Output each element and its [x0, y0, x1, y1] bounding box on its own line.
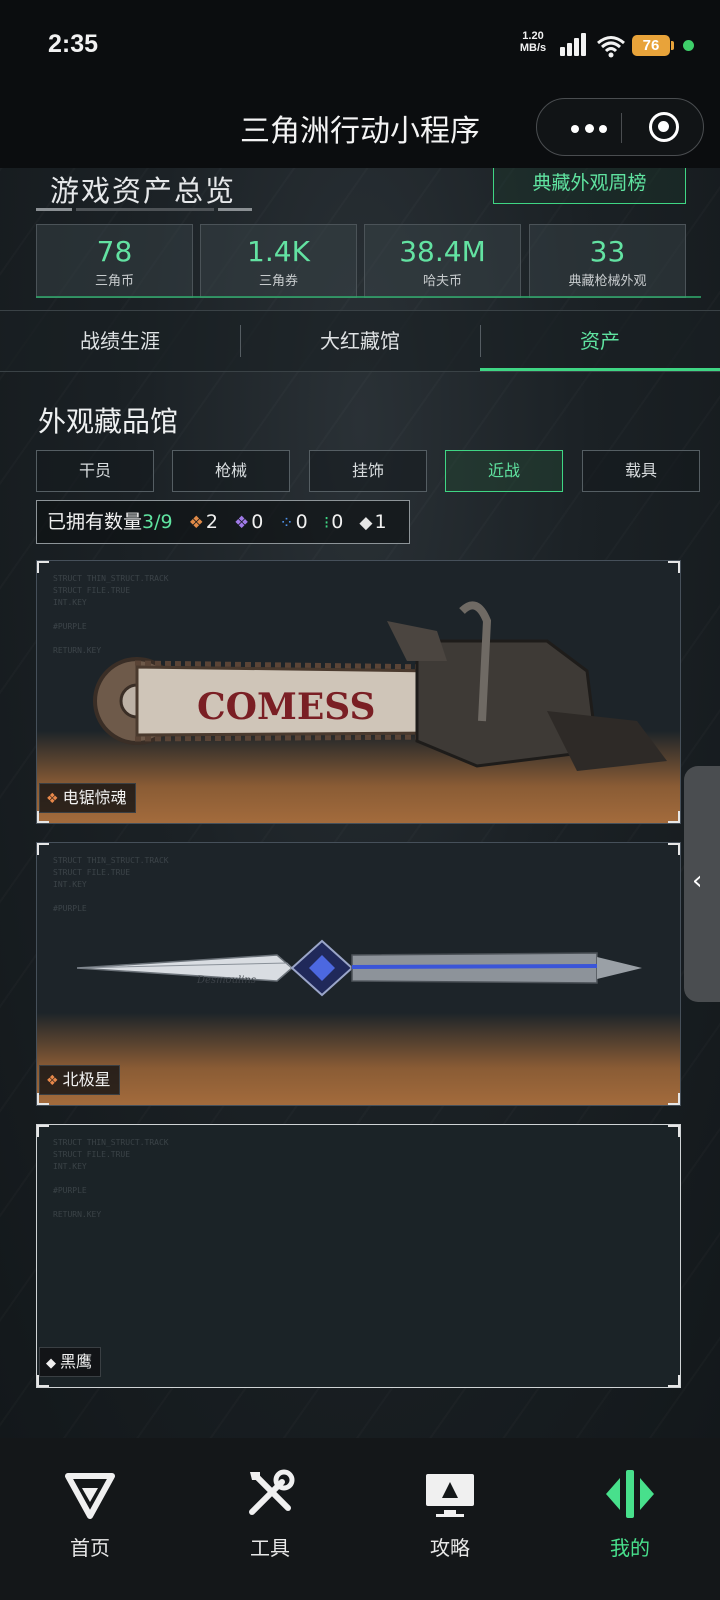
frame-corner	[668, 843, 680, 855]
filter-melee[interactable]: 近战	[445, 450, 563, 492]
weekly-ranking-button[interactable]: 典藏外观周榜	[493, 168, 686, 204]
status-time: 2:35	[48, 30, 99, 58]
owned-count-blue: 0	[295, 511, 308, 533]
orange-diamond-icon: ❖	[46, 1073, 59, 1089]
category-filters: 干员 枪械 挂饰 近战 载具	[36, 450, 701, 492]
network-speed: 1.20 MB/s	[519, 30, 547, 54]
tools-icon	[249, 1469, 295, 1515]
item-name-label: ❖ 北极星	[39, 1065, 120, 1095]
nav-label: 攻略	[430, 1536, 470, 1560]
more-options-icon[interactable]	[559, 113, 619, 143]
stat-value: 38.4M	[399, 235, 486, 268]
stat-label: 哈夫币	[422, 274, 462, 289]
privacy-dot	[683, 40, 694, 51]
gallery-title: 外观藏品馆	[38, 405, 179, 438]
bottom-nav: 首页 工具 攻略 我的	[0, 1438, 720, 1600]
stat-label: 三角券	[258, 274, 298, 289]
close-miniprogram-icon[interactable]	[649, 112, 679, 142]
card-bg-text: STRUCT THIN_STRUCT.TRACK STRUCT FILE.TRU…	[53, 856, 169, 913]
orange-diamond-icon: ❖	[46, 791, 59, 807]
battery-indicator: 76	[632, 35, 674, 56]
green-diamond-icon: ⁝ 0	[323, 511, 344, 533]
nav-tools[interactable]: 工具	[210, 1466, 330, 1561]
frame-corner	[668, 561, 680, 573]
collection-card-polaris[interactable]: STRUCT THIN_STRUCT.TRACK STRUCT FILE.TRU…	[36, 842, 681, 1106]
frame-corner	[668, 1375, 680, 1387]
nav-label: 首页	[70, 1536, 110, 1560]
owned-count-green: 0	[331, 511, 344, 533]
nav-home[interactable]: 首页	[30, 1466, 150, 1561]
frame-corner	[668, 811, 680, 823]
frame-corner	[37, 1125, 49, 1137]
status-bar: 2:35 1.20 MB/s 76	[0, 0, 720, 90]
item-name-label: ❖ 电锯惊魂	[39, 783, 136, 813]
section-tabs: 战绩生涯 大红藏馆 资产	[0, 310, 720, 372]
delta-logo-icon	[65, 1473, 115, 1519]
tab-career[interactable]: 战绩生涯	[0, 311, 240, 371]
wifi-icon	[597, 36, 625, 58]
knife-image: Desmoulins	[77, 939, 642, 997]
purple-diamond-icon: ❖ 0	[234, 511, 264, 533]
miniprogram-capsule	[536, 98, 704, 156]
blue-diamond-icon: ⁘ 0	[279, 511, 308, 533]
stat-value: 78	[96, 235, 133, 268]
nav-guide[interactable]: 攻略	[390, 1466, 510, 1561]
owned-count-purple: 0	[251, 511, 264, 533]
knife-engraving: Desmoulins	[196, 975, 256, 986]
frame-corner	[668, 1093, 680, 1105]
owned-count-white: 1	[374, 511, 387, 533]
card-floor	[37, 1013, 680, 1105]
filter-charms[interactable]: 挂饰	[309, 450, 427, 492]
frame-corner	[37, 561, 49, 573]
owned-count-bar: 已拥有数量3/9 ❖ 2 ❖ 0 ⁘ 0 ⁝ 0 ◆ 1	[36, 500, 410, 544]
filter-guns[interactable]: 枪械	[172, 450, 290, 492]
owned-count-orange: 2	[205, 511, 218, 533]
filter-vehicles[interactable]: 载具	[582, 450, 700, 492]
stat-card: 78 三角币	[36, 224, 193, 298]
tab-assets[interactable]: 资产	[480, 311, 720, 371]
frame-corner	[668, 1125, 680, 1137]
chainsaw-graffiti: COMESS	[197, 686, 376, 728]
divider	[36, 296, 701, 298]
capsule-divider	[621, 113, 622, 143]
main-content: 游戏资产总览 典藏外观周榜 78 三角币 1.4K 三角券 38.4M 哈夫币 …	[0, 168, 720, 1438]
chevron-left-icon: ‹	[692, 866, 703, 896]
stat-value: 33	[589, 235, 626, 268]
white-diamond-icon: ◆	[46, 1356, 56, 1371]
nav-label: 工具	[250, 1536, 290, 1560]
asset-stats: 78 三角币 1.4K 三角券 38.4M 哈夫币 33 典藏枪械外观	[36, 224, 686, 298]
side-drawer-handle[interactable]: ‹	[684, 766, 720, 1002]
title-underline	[36, 208, 256, 212]
tab-red-collection[interactable]: 大红藏馆	[240, 311, 480, 371]
stat-card: 33 典藏枪械外观	[529, 224, 686, 298]
card-bg-text: STRUCT THIN_STRUCT.TRACK STRUCT FILE.TRU…	[53, 1138, 169, 1219]
nav-profile[interactable]: 我的	[570, 1466, 690, 1561]
item-name: 黑鹰	[60, 1352, 93, 1371]
stat-card: 1.4K 三角券	[200, 224, 357, 298]
item-name-label: ◆ 黑鹰	[39, 1347, 102, 1377]
owned-fraction: 3/9	[142, 511, 173, 533]
filter-operators[interactable]: 干员	[36, 450, 154, 492]
orange-diamond-icon: ❖ 2	[188, 511, 218, 533]
stat-label: 典藏枪械外观	[568, 274, 647, 289]
stat-label: 三角币	[94, 274, 134, 289]
chainsaw-image: COMESS	[93, 601, 667, 771]
collection-card-chainsaw[interactable]: STRUCT THIN_STRUCT.TRACK STRUCT FILE.TRU…	[36, 560, 681, 824]
collection-card-black-hawk[interactable]: STRUCT THIN_STRUCT.TRACK STRUCT FILE.TRU…	[36, 1124, 681, 1388]
profile-emblem-icon	[606, 1470, 654, 1518]
stat-value: 1.4K	[247, 235, 310, 268]
assets-overview-title: 游戏资产总览	[50, 174, 237, 208]
item-name: 电锯惊魂	[62, 788, 127, 807]
item-name: 北极星	[62, 1070, 111, 1089]
signal-icon	[560, 32, 588, 56]
nav-label: 我的	[610, 1536, 650, 1560]
stat-card: 38.4M 哈夫币	[364, 224, 521, 298]
guide-monitor-icon	[426, 1474, 474, 1517]
title-bar: 三角洲行动小程序	[0, 90, 720, 168]
white-diamond-icon: ◆ 1	[359, 511, 387, 533]
frame-corner	[37, 843, 49, 855]
owned-label: 已拥有数量	[47, 511, 143, 533]
